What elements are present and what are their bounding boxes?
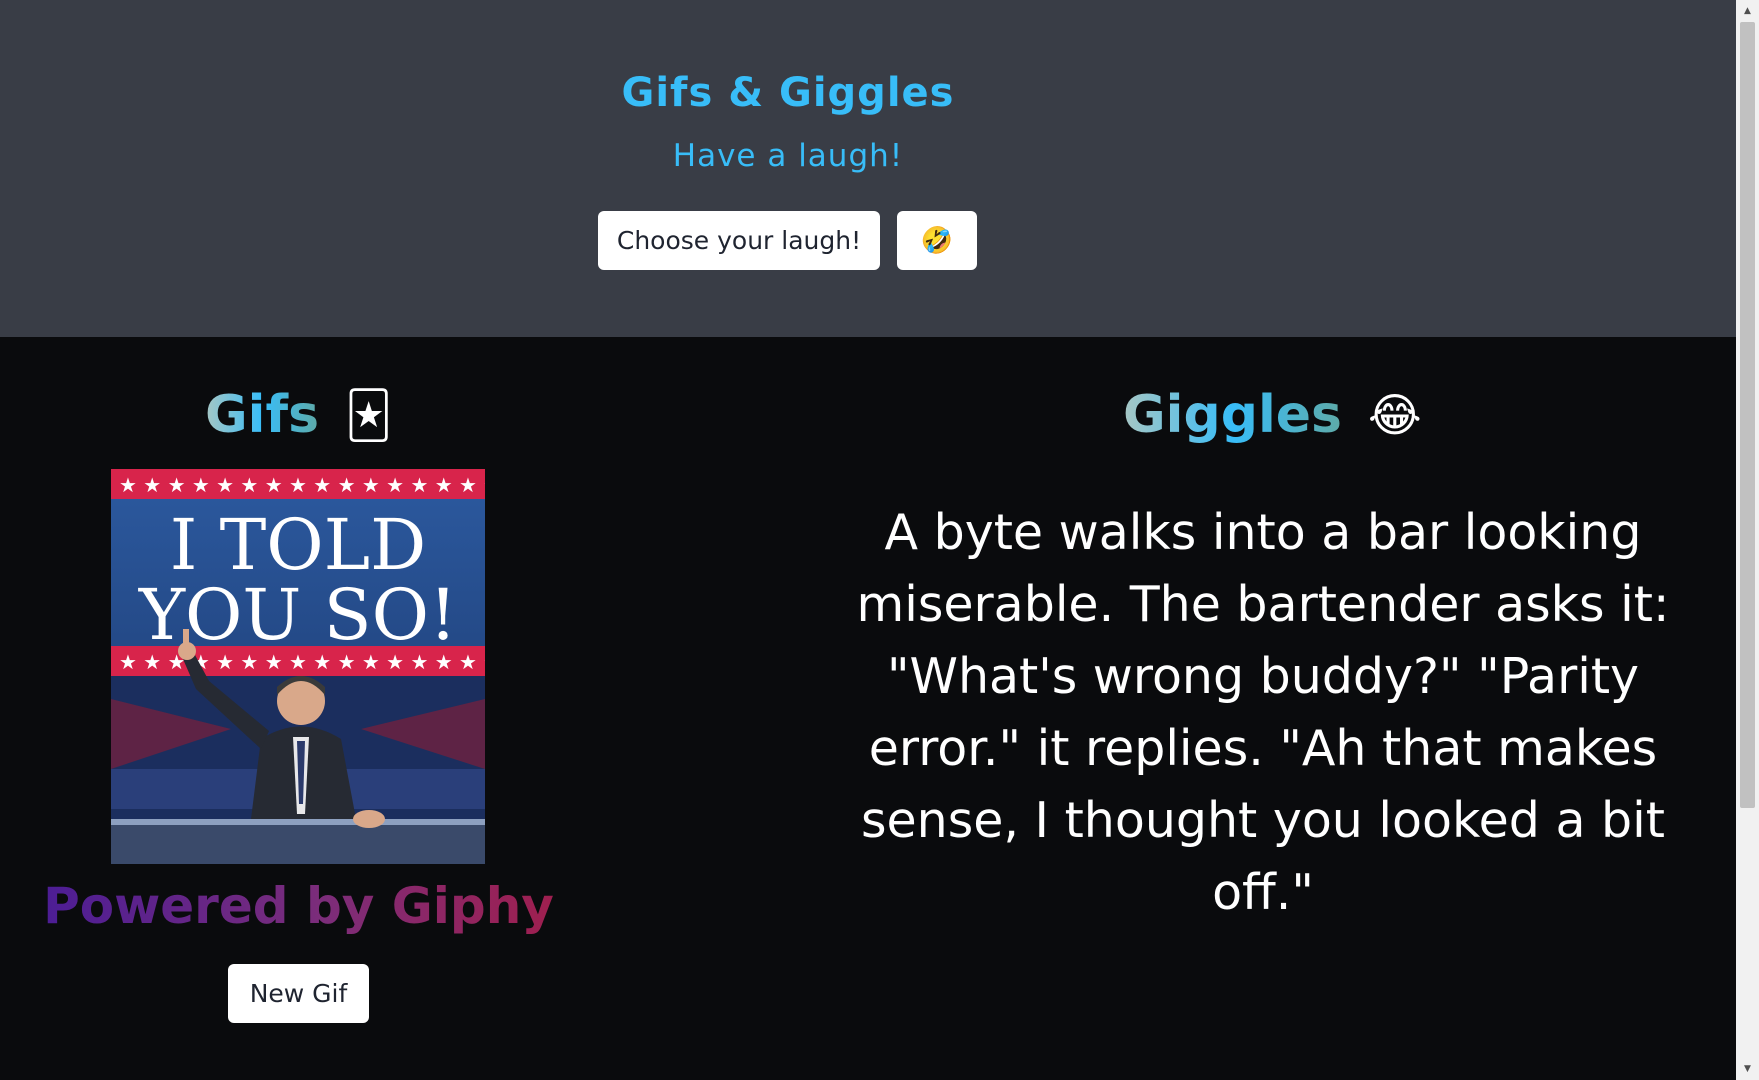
powered-by-text: Powered by Giphy	[43, 877, 554, 935]
main-content: Gifs 🃏 ★ ★ ★ ★ ★ ★ ★ ★ ★ ★ ★ ★ ★ ★ ★ ★ ★	[0, 337, 1736, 1080]
new-gif-button[interactable]: New Gif	[228, 964, 369, 1023]
gifs-heading-text: Gifs	[205, 385, 320, 445]
gif-image: ★ ★ ★ ★ ★ ★ ★ ★ ★ ★ ★ ★ ★ ★ ★ ★ ★ ★ ★ ★ …	[111, 469, 485, 864]
gifs-heading: Gifs 🃏	[205, 385, 392, 445]
random-laugh-button[interactable]: 🤣	[897, 211, 977, 270]
scroll-up-arrow-icon[interactable]: ▲	[1736, 2, 1759, 20]
tears-of-joy-icon: 😂	[1368, 388, 1422, 442]
page: Gifs & Giggles Have a laugh! Choose your…	[0, 0, 1759, 1080]
scroll-down-arrow-icon[interactable]: ▼	[1736, 1060, 1759, 1078]
gif-illustration: ★ ★ ★ ★ ★ ★ ★ ★ ★ ★ ★ ★ ★ ★ ★ ★ ★ ★ ★ ★ …	[111, 469, 485, 864]
app-title: Gifs & Giggles	[621, 70, 955, 116]
svg-text:★ ★ ★ ★ ★ ★ ★ ★ ★ ★ ★ ★ ★ ★ ★: ★ ★ ★ ★ ★ ★ ★ ★ ★ ★ ★ ★ ★ ★ ★ ★ ★	[119, 473, 485, 497]
choose-laugh-button[interactable]: Choose your laugh!	[598, 211, 880, 270]
app-subtitle: Have a laugh!	[672, 138, 904, 174]
powered-by-giphy: Powered by Giphy	[0, 877, 597, 935]
giggles-heading-text: Giggles	[1123, 385, 1342, 445]
giggles-heading: Giggles 😂	[1123, 385, 1422, 445]
joker-card-icon: 🃏	[345, 388, 393, 442]
header: Gifs & Giggles Have a laugh! Choose your…	[0, 0, 1736, 337]
scrollbar-thumb[interactable]	[1740, 22, 1755, 808]
joke-text: A byte walks into a bar looking miserabl…	[856, 504, 1670, 921]
vertical-scrollbar[interactable]: ▲ ▼	[1736, 0, 1759, 1080]
rofl-emoji-icon: 🤣	[920, 225, 954, 256]
